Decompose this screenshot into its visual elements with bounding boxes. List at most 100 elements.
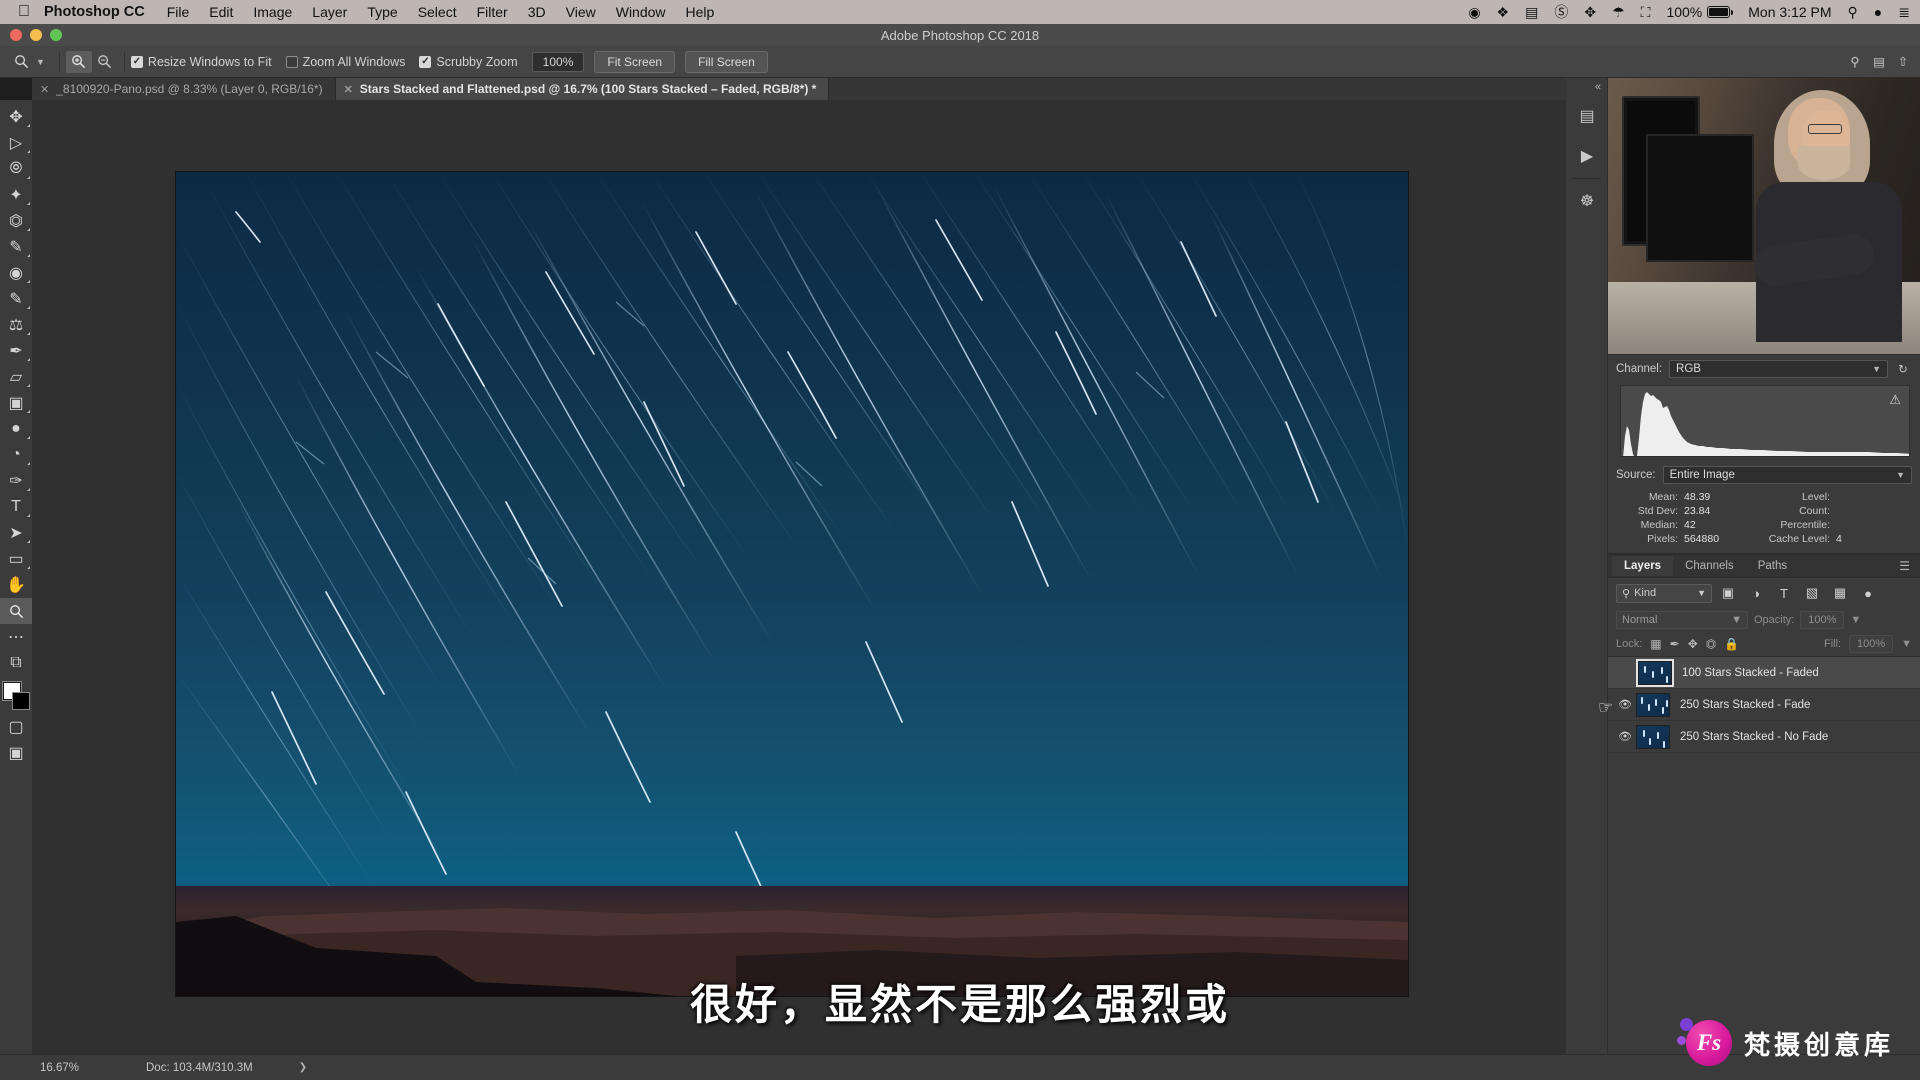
color-swatches[interactable] [0, 680, 32, 714]
history-brush-tool[interactable]: ✒ [0, 338, 32, 364]
panel-menu-icon[interactable]: ☰ [1899, 559, 1916, 573]
filter-adjustment-icon[interactable]: ◑ [1744, 583, 1768, 603]
edit-toolbar-button[interactable]: ⋯ [0, 624, 32, 650]
opacity-chevron-down-icon[interactable]: ▼ [1850, 614, 1861, 626]
workspace-icon[interactable]: ▤ [1870, 53, 1888, 71]
layer-row-250-stars-fade[interactable]: 👁 250 Stars Stacked - Fade [1608, 689, 1920, 721]
lock-artboard-icon[interactable]: ⏣ [1706, 637, 1716, 651]
move-tool[interactable]: ✥ [0, 104, 32, 130]
zoom-tool[interactable] [0, 598, 32, 624]
menu-view[interactable]: View [566, 4, 596, 20]
chevron-right-icon[interactable]: ❯ [299, 1062, 307, 1073]
tab-paths[interactable]: Paths [1746, 556, 1799, 576]
zoom-percent-field[interactable]: 100% [531, 51, 585, 72]
canvas-area[interactable] [32, 100, 1566, 1054]
zoom-in-icon[interactable] [65, 50, 92, 73]
cc-icon[interactable]: Ⓢ [1554, 2, 1568, 22]
spotlight-icon[interactable]: ⚲ [1848, 4, 1858, 21]
bluetooth-icon[interactable]: ✥ [1584, 4, 1596, 21]
pen-tool[interactable]: ✑ [0, 468, 32, 494]
filter-shape-icon[interactable]: ▧ [1800, 583, 1824, 603]
clone-stamp-tool[interactable]: ⚖ [0, 312, 32, 338]
tab-layers[interactable]: Layers [1612, 556, 1674, 576]
dropbox-icon[interactable]: ❖ [1497, 4, 1510, 21]
lock-all-icon[interactable]: 🔒 [1724, 637, 1739, 651]
document-tab-pano[interactable]: ✕ _8100920-Pano.psd @ 8.33% (Layer 0, RG… [32, 78, 336, 100]
actions-icon[interactable]: ▤ [1566, 96, 1608, 136]
close-icon[interactable]: ✕ [40, 83, 49, 96]
search-icon[interactable]: ⚲ [1846, 53, 1864, 71]
zoom-tool-icon[interactable] [8, 50, 34, 74]
close-icon[interactable]: ✕ [344, 83, 353, 96]
marquee-tool[interactable]: ▷ [0, 130, 32, 156]
menu-type[interactable]: Type [367, 4, 397, 20]
eraser-tool[interactable]: ▱ [0, 364, 32, 390]
fit-screen-button[interactable]: Fit Screen [594, 50, 676, 73]
menu-edit[interactable]: Edit [209, 4, 233, 20]
brush-tool[interactable]: ✎ [0, 286, 32, 312]
layer-filter-kind-select[interactable]: ⚲ Kind ▼ [1616, 583, 1712, 603]
channel-select[interactable]: RGB ▼ [1669, 360, 1888, 378]
background-color-swatch[interactable] [12, 692, 30, 710]
zoom-out-icon[interactable] [92, 51, 118, 73]
notification-center-icon[interactable]: ≣ [1898, 4, 1910, 21]
lock-transparent-icon[interactable]: ▦ [1650, 637, 1661, 651]
dodge-tool[interactable]: ◔ [0, 442, 32, 468]
menu-image[interactable]: Image [253, 4, 292, 20]
tab-channels[interactable]: Channels [1673, 556, 1746, 576]
quick-mask-icon[interactable]: ▢ [0, 714, 32, 740]
play-icon[interactable]: ▶ [1566, 136, 1608, 176]
filter-toggle-icon[interactable]: ● [1856, 583, 1880, 603]
menu-layer[interactable]: Layer [312, 4, 347, 20]
eyedropper-tool[interactable]: ✎ [0, 234, 32, 260]
menu-file[interactable]: File [167, 4, 190, 20]
filter-smart-object-icon[interactable]: ▦ [1828, 583, 1852, 603]
menu-help[interactable]: Help [686, 4, 715, 20]
warning-icon[interactable]: ⚠ [1889, 392, 1901, 408]
battery-icon[interactable] [1707, 6, 1734, 18]
siri-icon[interactable]: ● [1874, 4, 1882, 20]
mac-clock[interactable]: Mon 3:12 PM [1748, 4, 1831, 20]
layer-thumbnail[interactable] [1636, 692, 1670, 717]
display-icon[interactable]: ▤ [1525, 4, 1538, 21]
record-icon[interactable]: ◉ [1468, 4, 1480, 21]
menu-window[interactable]: Window [616, 4, 666, 20]
default-colors-icon[interactable]: ⧉ [0, 650, 32, 676]
tool-preset-chevron-down-icon[interactable]: ▼ [36, 57, 45, 67]
fill-value[interactable]: 100% [1849, 635, 1894, 653]
layer-row-250-stars-no-fade[interactable]: 👁 250 Stars Stacked - No Fade [1608, 721, 1920, 753]
layer-thumbnail[interactable] [1636, 658, 1674, 687]
airplay-icon[interactable]: ⛶ [1641, 4, 1651, 21]
filter-pixel-icon[interactable]: ▣ [1716, 583, 1740, 603]
screen-mode-icon[interactable]: ▣ [0, 740, 32, 766]
blend-mode-select[interactable]: Normal ▼ [1616, 611, 1748, 629]
lock-image-icon[interactable]: ✒ [1670, 637, 1680, 651]
healing-brush-tool[interactable]: ◉ [0, 260, 32, 286]
layer-thumbnail[interactable] [1636, 724, 1670, 749]
share-icon[interactable]: ⇧ [1894, 53, 1912, 71]
crop-tool[interactable]: ⏣ [0, 208, 32, 234]
menu-3d[interactable]: 3D [528, 4, 546, 20]
layer-visibility-toggle[interactable]: 👁 [1614, 730, 1636, 743]
rectangle-tool[interactable]: ▭ [0, 546, 32, 572]
scrubby-zoom-checkbox[interactable]: ✓ Scrubby Zoom [419, 55, 518, 69]
libraries-icon[interactable]: ☸ [1566, 181, 1608, 221]
resize-windows-to-fit-checkbox[interactable]: ✓ Resize Windows to Fit [130, 55, 272, 69]
fill-screen-button[interactable]: Fill Screen [685, 50, 768, 73]
filter-type-icon[interactable]: T [1772, 583, 1796, 603]
opacity-value[interactable]: 100% [1800, 611, 1845, 629]
blur-tool[interactable]: ● [0, 416, 32, 442]
document-canvas[interactable] [176, 172, 1408, 996]
layer-row-100-stars-faded[interactable]: 100 Stars Stacked - Faded [1608, 657, 1920, 689]
path-selection-tool[interactable]: ➤ [0, 520, 32, 546]
menu-select[interactable]: Select [418, 4, 457, 20]
lasso-tool[interactable]: ⦾ [0, 156, 32, 182]
gradient-tool[interactable]: ▣ [0, 390, 32, 416]
source-select[interactable]: Entire Image ▼ [1662, 466, 1912, 484]
magic-wand-tool[interactable]: ✦ [0, 182, 32, 208]
lock-position-icon[interactable]: ✥ [1688, 637, 1698, 651]
menu-filter[interactable]: Filter [477, 4, 508, 20]
mac-app-name[interactable]: Photoshop CC [44, 4, 145, 20]
type-tool[interactable]: T [0, 494, 32, 520]
wifi-icon[interactable]: ☂ [1612, 4, 1625, 21]
